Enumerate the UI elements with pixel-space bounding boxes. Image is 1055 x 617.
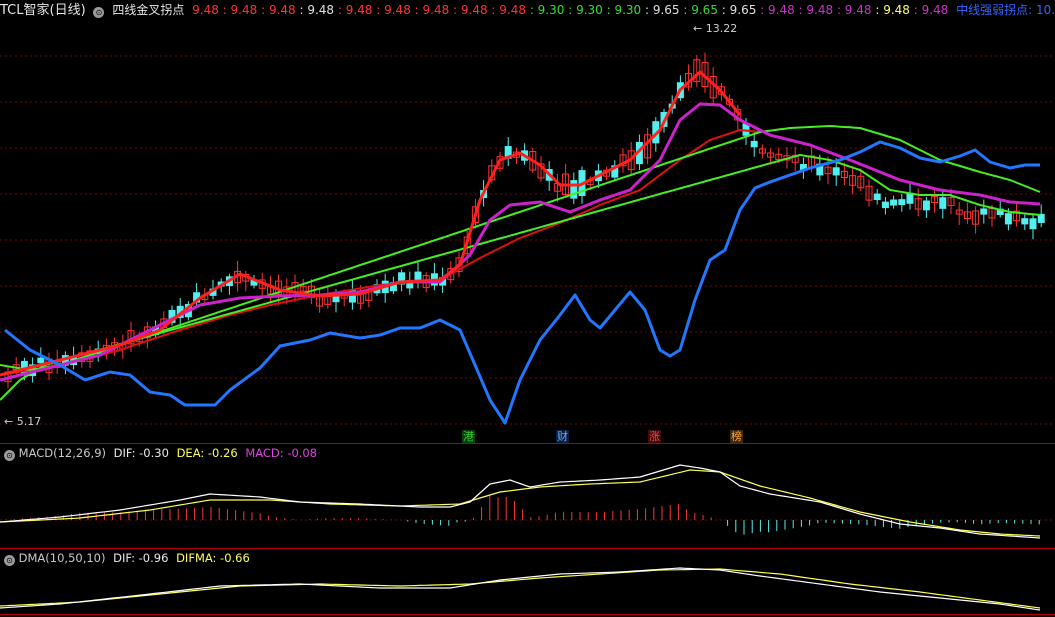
header-value: : 9.48 (218, 3, 258, 17)
candlestick (37, 357, 45, 364)
dma-dif-line (0, 567, 1041, 611)
ma-short-line (0, 70, 742, 377)
strength-line (4, 140, 1040, 425)
macd-dea: DEA: -0.26 (176, 446, 238, 460)
difma-line (0, 568, 1041, 609)
tail-label: 中线强弱拐点: 10.32 (956, 3, 1055, 17)
candlestick (906, 192, 914, 204)
indicator-header: TCL智家(日线) ⊙ 四线金叉拐点 9.48 : 9.48 : 9.48 : … (0, 0, 1055, 20)
candlestick (881, 201, 889, 209)
header-value: : 9.48 (372, 3, 411, 17)
candlestick (1029, 218, 1037, 230)
indicator-name[interactable]: 四线金叉拐点 (112, 3, 184, 17)
candlestick (832, 167, 840, 176)
header-value: : 9.48 (756, 3, 795, 17)
header-value: 9.48 (192, 3, 219, 17)
macd-name[interactable]: MACD(12,26,9) (19, 446, 106, 460)
macd-header: ⊙ MACD(12,26,9) DIF: -0.30 DEA: -0.26 MA… (4, 446, 317, 461)
header-value: : 9.30 (602, 3, 642, 17)
ma-long-line (0, 129, 761, 376)
event-marker[interactable]: 港 (462, 430, 475, 443)
macd-toggle-icon[interactable]: ⊙ (4, 450, 15, 461)
candlestick (898, 199, 906, 206)
ma-green2-line (0, 154, 1041, 401)
event-marker[interactable]: 榜 (730, 430, 743, 443)
header-value: : 9.30 (526, 3, 565, 17)
dma-difma: DIFMA: -0.66 (176, 551, 250, 565)
event-markers: 港财涨榜 (0, 430, 1055, 444)
header-value: : 9.65 (679, 3, 718, 17)
header-value: : 9.48 (909, 3, 949, 17)
stock-title[interactable]: TCL智家(日线) (0, 3, 86, 18)
dea-line (0, 469, 1041, 537)
dma-toggle-icon[interactable]: ⊙ (4, 555, 15, 566)
candlestick (939, 197, 947, 209)
header-value: : 9.48 (257, 3, 296, 17)
header-value: : 9.48 (410, 3, 450, 17)
panel-separator (0, 548, 1055, 549)
header-value: : 9.48 (295, 3, 335, 17)
indicator-values: 9.48 : 9.48 : 9.48 : 9.48 : 9.48 : 9.48 … (192, 3, 948, 17)
header-value: : 9.48 (794, 3, 834, 17)
panel-separator (0, 614, 1055, 615)
indicator-toggle-icon[interactable]: ⊙ (93, 7, 105, 18)
header-value: : 9.48 (449, 3, 488, 17)
header-value: : 9.48 (487, 3, 526, 17)
candlestick (980, 208, 988, 215)
panel-separator (0, 443, 1055, 444)
dif-line (0, 464, 1041, 539)
candlestick (1021, 218, 1029, 225)
dma-name[interactable]: DMA(10,50,10) (19, 551, 106, 565)
header-value: : 9.48 (334, 3, 373, 17)
header-value: : 9.65 (641, 3, 680, 17)
candlestick (873, 193, 881, 201)
header-value: : 9.48 (833, 3, 872, 17)
event-marker[interactable]: 财 (556, 430, 569, 443)
low-price-label: ← 5.17 (4, 415, 41, 428)
dma-header: ⊙ DMA(10,50,10) DIF: -0.96 DIFMA: -0.66 (4, 551, 250, 566)
price-chart[interactable]: ← 13.22 ← 5.17 (0, 20, 1055, 443)
dma-chart[interactable] (0, 566, 1055, 616)
candlestick (922, 200, 930, 211)
macd-chart[interactable] (0, 462, 1055, 547)
high-price-label: ← 13.22 (693, 22, 737, 35)
candlestick (1004, 213, 1012, 225)
macd-value: MACD: -0.08 (245, 446, 318, 460)
dma-dif: DIF: -0.96 (113, 551, 169, 565)
header-value: : 9.30 (564, 3, 603, 17)
event-marker[interactable]: 涨 (648, 430, 661, 443)
candlestick (890, 199, 898, 206)
candlestick (750, 140, 758, 148)
macd-dif: DIF: -0.30 (113, 446, 169, 460)
header-value: : 9.48 (871, 3, 910, 17)
header-value: : 9.65 (717, 3, 757, 17)
